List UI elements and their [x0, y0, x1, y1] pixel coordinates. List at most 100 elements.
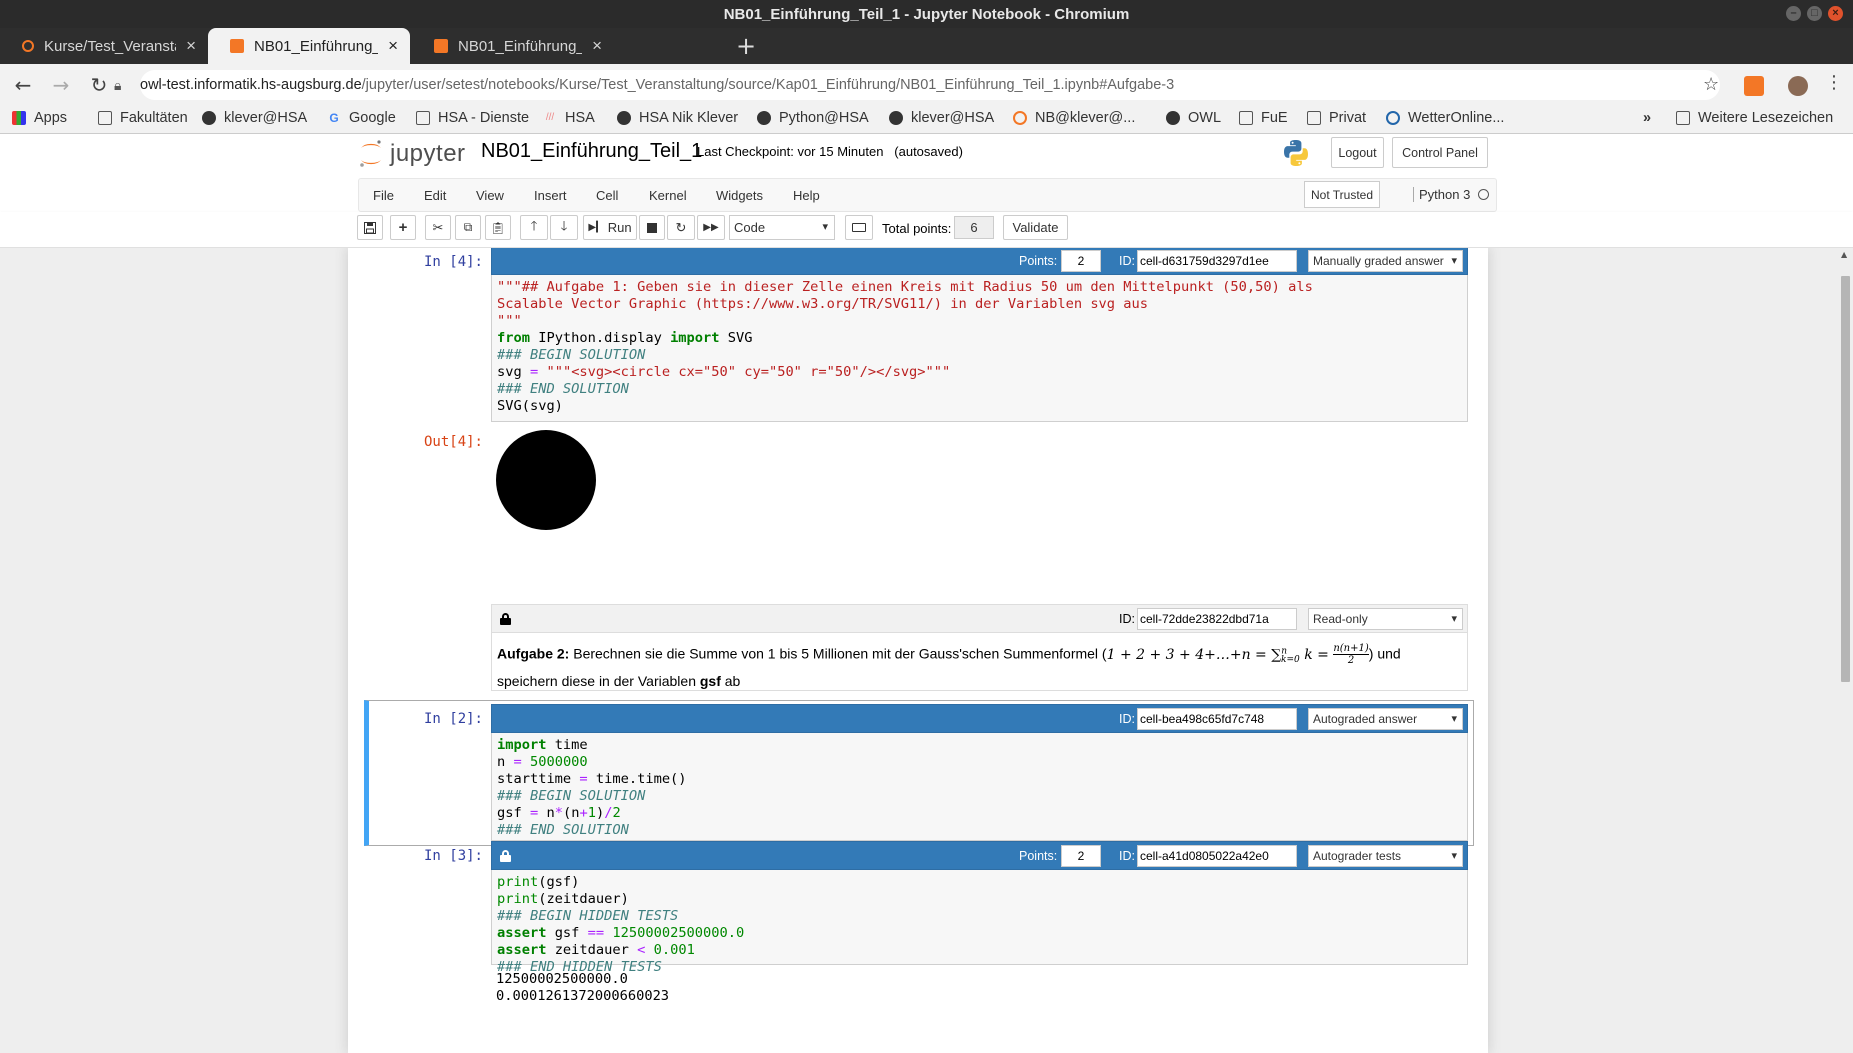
bookmark-python-hsa[interactable]: Python@HSA — [757, 110, 869, 126]
run-button[interactable]: ▶▎ Run — [583, 215, 637, 240]
new-tab-icon[interactable]: + — [736, 32, 756, 60]
bookmark-other[interactable]: Weitere Lesezeichen — [1676, 110, 1833, 126]
menu-edit[interactable]: Edit — [424, 188, 446, 203]
run-icon: ▶▎ — [588, 222, 604, 233]
id-label: ID: — [1119, 849, 1135, 863]
close-window-icon[interactable]: × — [1828, 6, 1843, 21]
globe-icon — [617, 111, 631, 125]
nbgrader-cell-header-readonly: ID: cell-72dde23822dbd71a Read-only — [491, 604, 1468, 633]
cut-icon[interactable]: ✂ — [425, 215, 451, 240]
bookmarks-bar: Apps Fakultäten klever@HSA G Google HSA -… — [0, 106, 1853, 134]
bookmark-klever-hsa[interactable]: klever@HSA — [202, 110, 307, 126]
cell-grading-type-select[interactable]: Read-only — [1308, 608, 1463, 630]
url-path: /jupyter/user/setest/notebooks/Kurse/Tes… — [361, 77, 1175, 93]
bookmark-hsa-dienste[interactable]: HSA - Dienste — [416, 110, 529, 126]
bookmark-label: HSA — [565, 110, 595, 126]
back-icon[interactable]: ← — [8, 73, 38, 97]
notebook-name[interactable]: NB01_Einführung_Teil_1 — [481, 140, 702, 163]
cell-id-input[interactable]: cell-bea498c65fd7c748 — [1137, 708, 1297, 730]
bookmarks-more-chevron[interactable]: » — [1643, 110, 1651, 126]
insert-cell-plus-icon[interactable]: + — [390, 215, 416, 240]
profile-avatar[interactable] — [1788, 76, 1808, 96]
bookmark-google[interactable]: G Google — [327, 110, 395, 126]
bookmark-wetteronline[interactable]: WetterOnline... — [1386, 110, 1504, 126]
hsa-icon: /// — [545, 112, 555, 123]
jupyter-logo[interactable]: jupyter — [358, 138, 466, 170]
bookmark-fue[interactable]: FuE — [1239, 110, 1288, 126]
scrollbar-thumb[interactable] — [1841, 276, 1850, 682]
browser-tab-nb01-teil2[interactable]: NB01_Einführung_Teil_2 × — [412, 28, 614, 64]
tab-label: Kurse/Test_Veranstaltung — [44, 37, 176, 55]
paste-icon[interactable]: 📋︎ — [485, 215, 511, 240]
cell-id-input[interactable]: cell-a41d0805022a42e0 — [1137, 845, 1297, 867]
cell-grading-type-select[interactable]: Manually graded answer — [1308, 250, 1463, 272]
interrupt-stop-icon[interactable] — [639, 215, 665, 240]
restart-run-all-icon[interactable]: ▶▶ — [697, 215, 725, 240]
code-cell-input[interactable]: """## Aufgabe 1: Geben sie in dieser Zel… — [491, 275, 1468, 422]
bookmark-apps[interactable]: Apps — [12, 110, 67, 126]
browser-menu-icon[interactable]: ⋮ — [1825, 72, 1843, 93]
menu-cell[interactable]: Cell — [596, 188, 618, 203]
bookmark-fakultaeten[interactable]: Fakultäten — [98, 110, 188, 126]
nbgrader-cell-header: ID: cell-bea498c65fd7c748 Autograded ans… — [491, 704, 1468, 733]
close-tab-icon[interactable]: × — [186, 36, 196, 56]
close-tab-icon[interactable]: × — [592, 36, 602, 56]
nbgrader-cell-header: Points: 2 ID: cell-d631759d3297d1ee Manu… — [491, 248, 1468, 275]
cell-type-select[interactable]: Code — [729, 215, 835, 240]
code-cell-input[interactable]: import time n = 5000000 starttime = time… — [491, 733, 1468, 855]
bookmark-star-icon[interactable]: ☆ — [1703, 74, 1719, 95]
logout-button[interactable]: Logout — [1331, 137, 1384, 168]
bookmark-klever-hsa-2[interactable]: klever@HSA — [889, 110, 994, 126]
save-icon[interactable] — [357, 215, 383, 240]
cell-id-input[interactable]: cell-d631759d3297d1ee — [1137, 250, 1297, 272]
not-trusted-indicator[interactable]: Not Trusted — [1304, 181, 1381, 208]
code-cell-input[interactable]: print(gsf) print(zeitdauer) ### BEGIN HI… — [491, 870, 1468, 975]
move-up-icon[interactable]: 🡑 — [520, 215, 548, 240]
maximize-icon[interactable]: □ — [1807, 6, 1822, 21]
svg-circle-output — [496, 430, 596, 530]
google-icon: G — [329, 111, 339, 125]
menu-file[interactable]: File — [373, 188, 394, 203]
lock-icon: 🔒︎ — [114, 77, 122, 93]
url-field[interactable]: 🔒︎ owl-test.informatik.hs-augsburg.de/ju… — [114, 70, 1720, 100]
restart-icon[interactable]: ↻ — [667, 215, 695, 240]
control-panel-button[interactable]: Control Panel — [1392, 137, 1488, 168]
minimize-icon[interactable]: – — [1786, 6, 1801, 21]
menu-widgets[interactable]: Widgets — [716, 188, 763, 203]
folder-icon — [98, 111, 112, 125]
cell-id-input[interactable]: cell-72dde23822dbd71a — [1137, 608, 1297, 630]
window-title: NB01_Einführung_Teil_1 - Jupyter Noteboo… — [723, 5, 1130, 23]
browser-tab-nb01-teil1[interactable]: NB01_Einführung_Teil_1 × — [208, 28, 410, 64]
tab-strip: Kurse/Test_Veranstaltung × NB01_Einführu… — [0, 28, 1853, 64]
copy-icon[interactable]: ⧉ — [455, 215, 481, 240]
bookmark-nb-klever[interactable]: NB@klever@... — [1013, 110, 1135, 126]
cell-grading-type-select[interactable]: Autograder tests — [1308, 845, 1463, 867]
forward-icon[interactable]: → — [46, 73, 76, 97]
python-logo-icon — [1284, 140, 1308, 166]
cell-grading-type-select[interactable]: Autograded answer — [1308, 708, 1463, 730]
close-tab-icon[interactable]: × — [388, 36, 398, 56]
bookmark-label: Fakultäten — [120, 110, 188, 126]
bookmark-owl[interactable]: OWL — [1166, 110, 1221, 126]
menu-kernel[interactable]: Kernel — [649, 188, 687, 203]
frac-den: 2 — [1347, 655, 1355, 667]
browser-tab-kurse[interactable]: Kurse/Test_Veranstaltung × — [0, 28, 208, 64]
points-input[interactable]: 2 — [1061, 250, 1101, 272]
extension-icon[interactable] — [1744, 76, 1764, 96]
menu-help[interactable]: Help — [793, 188, 820, 203]
bookmark-hsa[interactable]: /// HSA — [543, 110, 595, 126]
validate-button[interactable]: Validate — [1003, 215, 1068, 240]
tab-label: NB01_Einführung_Teil_1 — [254, 37, 379, 55]
bookmark-privat[interactable]: Privat — [1307, 110, 1366, 126]
command-palette-keyboard-icon[interactable] — [845, 215, 873, 240]
reload-icon[interactable]: ↻ — [84, 73, 114, 97]
markdown-cell[interactable]: Aufgabe 2: Berechnen sie die Summe von 1… — [491, 633, 1468, 691]
move-down-icon[interactable]: 🡓 — [550, 215, 578, 240]
menu-view[interactable]: View — [476, 188, 504, 203]
menu-insert[interactable]: Insert — [534, 188, 567, 203]
bookmark-hsa-nik-klever[interactable]: HSA Nik Klever — [617, 110, 738, 126]
points-input[interactable]: 2 — [1061, 845, 1101, 867]
scroll-up-icon[interactable]: ▲ — [1841, 250, 1847, 259]
jupyter-logo-text: jupyter — [390, 140, 466, 167]
scrollbar[interactable]: ▲ — [1838, 248, 1853, 1053]
